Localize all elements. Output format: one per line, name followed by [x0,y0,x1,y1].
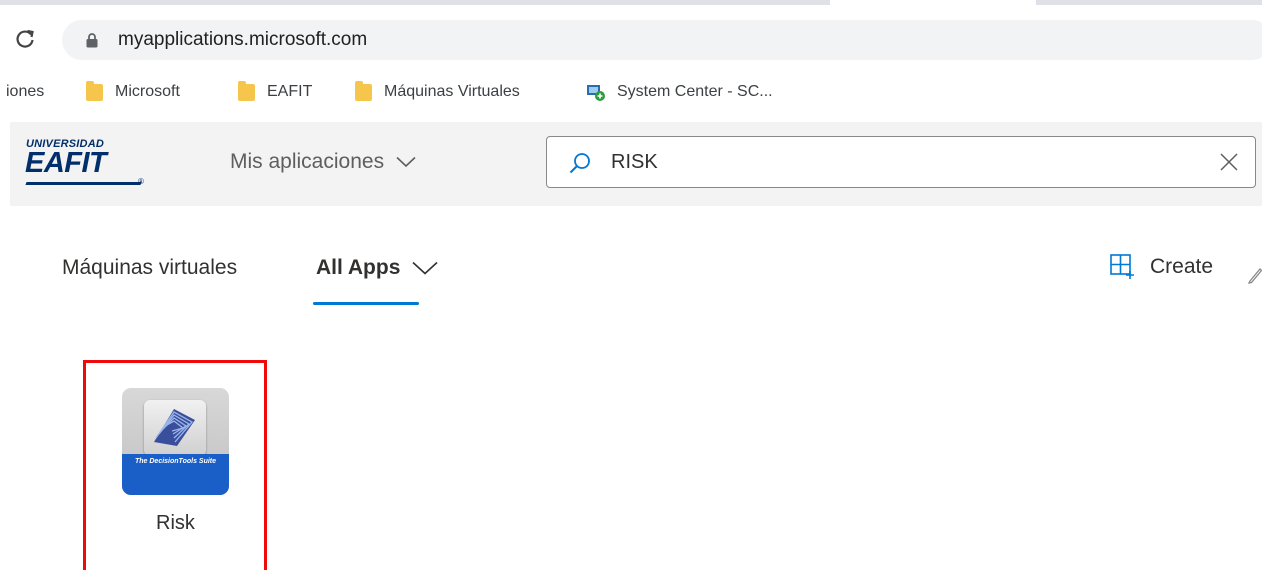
bookmark-item[interactable]: iones [6,76,44,108]
create-label: Create [1150,255,1214,278]
folder-icon [355,80,372,101]
logo-registered-mark: ® [138,177,144,186]
search-icon [569,153,590,174]
icon-caption: The DecisionTools Suite [134,458,217,465]
bookmark-system-center[interactable]: System Center - SC... [586,76,773,108]
risk-app-icon[interactable]: The DecisionTools Suite [122,388,229,495]
apps-menu-button[interactable]: Mis aplicaciones [230,150,416,174]
tab-all-apps[interactable]: All Apps [316,256,438,280]
address-bar[interactable]: myapplications.microsoft.com [62,20,1262,60]
eafit-logo[interactable]: UNIVERSIDAD EAFIT ® [25,138,146,190]
bookmark-label: iones [6,83,45,100]
add-collection-icon [1110,254,1134,279]
close-icon[interactable] [1219,152,1239,172]
create-button[interactable]: Create [1110,254,1213,280]
lock-icon[interactable] [86,33,98,48]
bookmark-label: Microsoft [115,83,180,100]
app-header: UNIVERSIDAD EAFIT ® Mis aplicaciones RIS… [10,122,1262,206]
bookmark-label: System Center - SC... [617,83,773,100]
tab-label: All Apps [316,256,401,279]
bookmark-label: Máquinas Virtuales [384,83,520,100]
browser-toolbar: myapplications.microsoft.com iones Micro… [0,6,1262,122]
selected-tab-indicator [313,302,419,305]
collection-tabs: Máquinas virtuales All Apps Create [0,240,1262,310]
apps-menu-label: Mis aplicaciones [230,150,385,173]
edit-icon[interactable] [1247,264,1262,284]
logo-underline [25,182,142,185]
chevron-down-icon[interactable] [412,261,438,275]
bookmark-maquinas-virtuales[interactable]: Máquinas Virtuales [355,76,520,108]
bookmark-eafit[interactable]: EAFIT [238,76,312,108]
url-text[interactable]: myapplications.microsoft.com [118,29,367,51]
bookmarks-bar: iones Microsoft EAFIT Máquinas Virtuales… [0,76,1262,108]
app-tile-label[interactable]: Risk [122,512,229,535]
reload-icon[interactable] [14,28,36,50]
chevron-down-icon [396,156,416,168]
folder-icon [86,80,103,101]
tab-maquinas-virtuales[interactable]: Máquinas virtuales [62,256,237,280]
bookmark-label: EAFIT [267,83,313,100]
folder-icon [238,80,255,101]
decisiontools-logo-icon [144,400,206,456]
system-center-icon [587,85,605,101]
bookmark-microsoft[interactable]: Microsoft [86,76,180,108]
logo-main-text: EAFIT [25,147,107,179]
tab-strip-segment [1036,0,1262,5]
search-input[interactable]: RISK [611,151,658,174]
tab-strip-segment [0,0,830,5]
search-box[interactable]: RISK [546,136,1256,188]
